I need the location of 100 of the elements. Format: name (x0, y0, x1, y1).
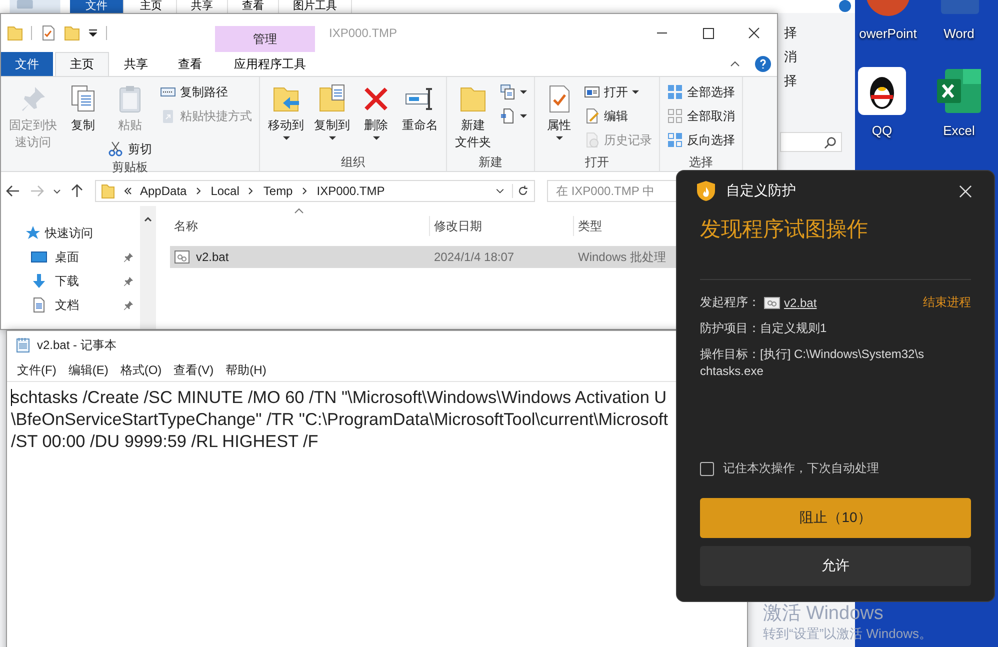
menu-item[interactable]: 查看(V) (168, 362, 220, 378)
menu-item[interactable]: 编辑(E) (62, 362, 114, 378)
group-label: 打开 (584, 155, 610, 169)
scroll-up-icon[interactable] (143, 214, 153, 224)
ribbon-button[interactable]: 移动到 (264, 81, 308, 143)
nav-item[interactable]: 桌面 (55, 248, 79, 266)
page-icon (500, 108, 516, 124)
shortcut-label[interactable]: owerPoint (859, 26, 917, 41)
breadcrumb[interactable]: Temp (263, 184, 293, 198)
search-field-end[interactable] (780, 132, 842, 152)
file-name: v2.bat (196, 250, 229, 264)
ribbon-button[interactable]: 全部选择 (664, 81, 738, 103)
window-icon (584, 84, 600, 100)
new-item-icon (500, 84, 516, 100)
penguin-app-icon[interactable] (858, 67, 906, 115)
download-icon (31, 273, 47, 289)
batch-file-icon (174, 249, 190, 265)
batch-file-icon (764, 296, 780, 308)
pencil-page-icon (584, 108, 600, 124)
breadcrumb[interactable]: IXP000.TMP (316, 184, 385, 198)
field-label: 发起程序： (700, 294, 760, 311)
group-label: 组织 (340, 155, 366, 169)
file-type: Windows 批处理 (577, 248, 668, 266)
text-line: /ST 00:00 /DU 9999:59 /RL HIGHEST /F (11, 430, 320, 452)
nav-item[interactable]: 快速访问 (45, 224, 93, 242)
pin-icon[interactable] (123, 300, 134, 310)
spreadsheet-app-icon[interactable] (935, 67, 983, 115)
text-line: \BfeOnServiceStartTypeChange" /TR "C:\ProgramData\MicrosoftTool\current\Microsoft (11, 408, 669, 430)
scissors-icon (108, 141, 124, 157)
ribbon-button[interactable]: 属性 (539, 81, 579, 143)
ribbon-button[interactable]: 复制 (63, 81, 103, 136)
file-link[interactable]: v2.bat (784, 296, 817, 310)
search-icon (824, 136, 837, 148)
ribbon-button[interactable]: 重命名 (398, 81, 442, 136)
ribbon-button[interactable]: 剪切 (105, 138, 155, 160)
grid-icon (667, 132, 683, 148)
ribbon-button[interactable]: 全部取消 (664, 105, 738, 127)
folder-icon (100, 183, 116, 199)
shortcut-label[interactable]: QQ (872, 123, 892, 138)
context-tab-header: 管理 (215, 26, 315, 52)
menu-item[interactable]: 文件(F) (11, 362, 62, 378)
window-title: v2.bat - 记事本 (37, 336, 116, 354)
column-header[interactable]: 名称 (170, 216, 430, 236)
monitor-icon (31, 249, 47, 265)
grid-icon (667, 108, 683, 124)
breadcrumb[interactable]: AppData (140, 184, 187, 198)
shield-icon (696, 180, 716, 202)
scrollbar[interactable] (140, 206, 156, 329)
star-icon (25, 225, 41, 241)
help-icon[interactable] (755, 56, 771, 72)
menu-item[interactable]: 帮助(H) (220, 362, 272, 378)
ribbon-tab[interactable]: 共享 (109, 52, 163, 76)
clipboard-icon (160, 108, 176, 124)
ribbon-command[interactable]: 消 (784, 48, 797, 66)
allow-button[interactable]: 允许 (700, 546, 971, 586)
text-editor[interactable]: schtasks /Create /SC MINUTE /MO 60 /TN "\Microsoft\Windows\Windows Activation U \BfeOnServiceStartTypeChange" /TR "C:\ProgramData\MicrosoftTool\current\Microsoft /ST 00:00 /DU 9999:59 /RL HIGHEST /F (7, 382, 673, 452)
pin-icon[interactable] (123, 252, 134, 262)
nav-item[interactable]: 下载 (55, 272, 79, 290)
refresh-icon[interactable] (512, 184, 530, 198)
ribbon-tab[interactable]: 文件 (1, 52, 53, 76)
breadcrumb[interactable]: Local (210, 184, 240, 198)
ribbon-button[interactable]: 打开 (581, 81, 655, 103)
notepad-icon (15, 337, 31, 353)
ribbon-button[interactable]: 复制到 (310, 81, 354, 143)
ribbon-tab[interactable]: 查看 (163, 52, 217, 76)
shortcut-label[interactable]: Word (944, 26, 974, 41)
help-icon[interactable] (838, 0, 852, 12)
modified-date: 2024/1/4 18:07 (433, 250, 516, 264)
close-icon[interactable] (959, 184, 972, 198)
block-button[interactable]: 阻止（10） (700, 498, 971, 538)
text-line: schtasks /Create /SC MINUTE /MO 60 /TN "\Microsoft\Windows\Windows Activation U (11, 386, 668, 408)
checkbox-label[interactable]: 记住本次操作，下次自动处理 (723, 460, 879, 477)
nav-item[interactable]: 文档 (55, 296, 79, 314)
checkbox[interactable] (700, 462, 714, 476)
ribbon-button[interactable]: 复制路径 (157, 81, 255, 103)
menu-item[interactable]: 格式(O) (114, 362, 168, 378)
end-process-link[interactable]: 结束进程 (923, 294, 971, 311)
clock-page-icon (584, 132, 600, 148)
shortcut-label[interactable]: Excel (943, 123, 975, 138)
chevron-down-icon[interactable] (495, 186, 505, 196)
address-bar[interactable]: AppData Local Temp IXP000.TMP (95, 180, 535, 202)
ribbon-button[interactable]: 反向选择 (664, 129, 738, 151)
caret-icon[interactable] (88, 28, 98, 38)
sort-caret-icon (294, 208, 304, 214)
double-chevron-icon (123, 186, 133, 196)
ribbon-tab[interactable]: 应用程序工具 (220, 52, 320, 76)
ribbon-tab[interactable]: 主页 (55, 52, 109, 76)
ribbon-button[interactable]: 新建 文件夹 (451, 81, 495, 153)
group-label: 新建 (478, 155, 504, 169)
field-text: 操作目标：[执行] C:\Windows\System32\schtasks.exe (700, 346, 926, 380)
ribbon-command[interactable]: 择 (784, 72, 797, 90)
ribbon-command[interactable]: 择 (784, 24, 797, 42)
column-header[interactable]: 修改日期 (430, 216, 574, 236)
grid-icon (667, 84, 683, 100)
window-title: IXP000.TMP (329, 26, 398, 40)
field-text: 防护项目：自定义规则1 (700, 320, 828, 337)
checked-page-icon[interactable] (40, 25, 56, 41)
ribbon-button[interactable]: 删除 (356, 81, 396, 143)
ribbon-button[interactable]: 编辑 (581, 105, 655, 127)
pin-icon[interactable] (123, 276, 134, 286)
